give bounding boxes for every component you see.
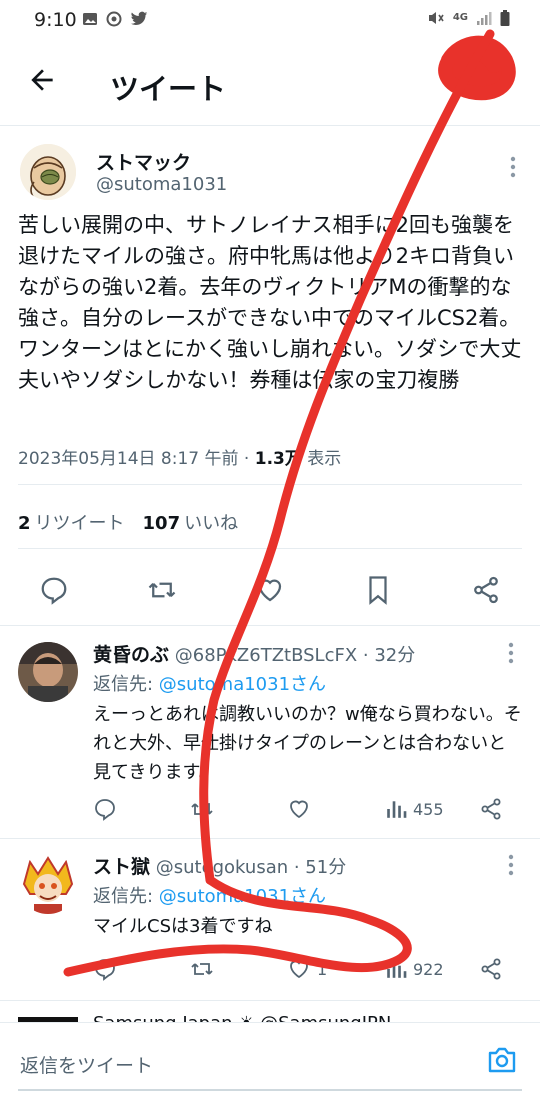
camera-icon[interactable] <box>486 1045 518 1075</box>
status-bar: 9:10 4G <box>0 0 540 40</box>
views-count: 922 <box>413 959 444 979</box>
reply-time: · 51分 <box>288 857 347 878</box>
like-icon <box>258 579 282 602</box>
share-button[interactable] <box>466 570 506 610</box>
twitter-bird-icon <box>130 11 148 26</box>
reply-to-label: 返信先: <box>93 674 159 695</box>
reply-tweet[interactable]: 黄昏のぶ @68PkZ6TZtBSLcFX · 32分 返信先: @sutoma… <box>0 626 540 838</box>
reply-to-link[interactable]: @sutoma1031さん <box>159 886 326 907</box>
retweet-icon <box>191 803 213 815</box>
more-vert-icon[interactable] <box>508 642 514 664</box>
reply-author-name[interactable]: 黄昏のぶ <box>93 644 169 666</box>
reply-input[interactable]: 返信をツイート <box>20 1051 153 1078</box>
retweet-button[interactable] <box>142 570 182 610</box>
divider <box>18 484 522 485</box>
top-bar: ツイート <box>0 40 540 126</box>
engagement-counts: 2 リツイート 107 いいね <box>18 509 238 535</box>
bookmark-icon <box>369 576 387 605</box>
more-vert-icon[interactable] <box>510 156 516 178</box>
retweet-icon <box>191 963 213 975</box>
reply-text: マイルCSは3着ですね <box>93 916 273 937</box>
avatar[interactable] <box>18 642 78 702</box>
reply-icon <box>41 577 67 605</box>
views-button[interactable]: 922 <box>385 954 444 984</box>
reply-text: えーっとあれは調教いいのか？w俺なら買わない。それと大外、早仕掛けタイプのレーン… <box>93 704 522 783</box>
back-arrow-icon[interactable] <box>26 64 58 96</box>
reply-compose-bar: 返信をツイート <box>0 1022 540 1098</box>
share-icon <box>474 576 498 604</box>
views-icon <box>387 801 407 818</box>
reply-header: スト獄 @sutogokusan · 51分 <box>93 852 346 879</box>
notification-icons <box>82 11 148 27</box>
like-icon <box>290 960 308 979</box>
like-icon <box>290 800 308 819</box>
tweet-datetime[interactable]: 2023年05月14日 8:17 午前 · <box>18 449 255 469</box>
sync-icon <box>106 11 122 27</box>
retweet-count-link[interactable]: 2 リツイート <box>18 509 125 535</box>
signal-icon <box>477 12 492 25</box>
reply-button[interactable] <box>93 954 117 984</box>
reply-button[interactable] <box>34 570 74 610</box>
reply-button[interactable] <box>93 794 117 824</box>
reply-to-link[interactable]: @sutoma1031さん <box>159 674 326 695</box>
share-icon <box>481 958 501 980</box>
author-handle[interactable]: @sutoma1031 <box>96 174 227 195</box>
like-count: 1 <box>317 959 328 979</box>
mute-icon <box>428 12 444 24</box>
status-time: 9:10 <box>34 9 77 31</box>
reply-header: 黄昏のぶ @68PkZ6TZtBSLcFX · 32分 <box>93 640 415 667</box>
reply-time: · 32分 <box>357 645 416 666</box>
tweet-actions <box>0 570 540 610</box>
share-button[interactable] <box>479 954 503 984</box>
share-icon <box>481 798 501 820</box>
divider <box>18 548 522 549</box>
reply-author-name: Samsung Japan ☀ @SamsungJPN <box>93 1013 391 1022</box>
view-count: 1.3万 <box>254 449 302 469</box>
reply-author-name[interactable]: スト獄 <box>93 856 150 878</box>
views-icon <box>387 961 407 978</box>
reply-author-handle[interactable]: @sutogokusan <box>156 857 288 878</box>
input-underline <box>18 1089 522 1091</box>
avatar[interactable] <box>18 854 78 914</box>
like-label: いいね <box>184 513 239 534</box>
network-type: 4G <box>452 12 468 23</box>
like-count: 107 <box>142 513 181 534</box>
like-button[interactable] <box>250 570 290 610</box>
retweet-label: リツイート <box>34 513 125 534</box>
retweet-icon <box>148 582 176 598</box>
reply-to: 返信先: @sutoma1031さん <box>93 882 326 908</box>
person-photo <box>18 642 78 702</box>
fist-illustration <box>20 144 76 200</box>
page-title: ツイート <box>110 72 227 106</box>
retweet-button[interactable] <box>189 954 215 984</box>
more-vert-icon[interactable] <box>508 854 514 876</box>
system-icons: 4G <box>427 10 510 26</box>
author-name[interactable]: ストマック <box>96 148 191 175</box>
tweet-meta: 2023年05月14日 8:17 午前 · 1.3万 表示 <box>18 444 341 469</box>
gallery-icon <box>83 13 97 25</box>
anime-character-avatar <box>18 854 78 914</box>
views-count: 455 <box>413 799 444 819</box>
battery-icon <box>500 10 510 26</box>
bookmark-button[interactable] <box>358 570 398 610</box>
view-label: 表示 <box>301 449 342 469</box>
share-button[interactable] <box>479 794 503 824</box>
like-button[interactable] <box>287 794 317 824</box>
reply-tweet[interactable]: スト獄 @sutogokusan · 51分 返信先: @sutoma1031さ… <box>0 838 540 1000</box>
reply-icon <box>95 799 115 821</box>
tweet-text: 苦しい展開の中、サトノレイナス相手に2回も強襲を退けたマイルの強さ。府中牝馬は他… <box>18 213 522 392</box>
reply-actions: 455 <box>93 794 513 824</box>
reply-author-handle[interactable]: @68PkZ6TZtBSLcFX <box>175 645 357 666</box>
avatar[interactable] <box>20 144 76 200</box>
reply-to: 返信先: @sutoma1031さん <box>93 670 326 696</box>
like-count-link[interactable]: 107 いいね <box>143 509 239 535</box>
views-button[interactable]: 455 <box>385 794 444 824</box>
retweet-count: 2 <box>18 513 31 534</box>
retweet-button[interactable] <box>189 794 215 824</box>
reply-to-label: 返信先: <box>93 886 159 907</box>
reply-icon <box>95 959 115 981</box>
reply-tweet-partial[interactable]: Samsung Japan ☀ @SamsungJPN <box>0 1000 540 1022</box>
reply-actions: 1 922 <box>93 954 513 984</box>
like-button[interactable]: 1 <box>287 954 327 984</box>
